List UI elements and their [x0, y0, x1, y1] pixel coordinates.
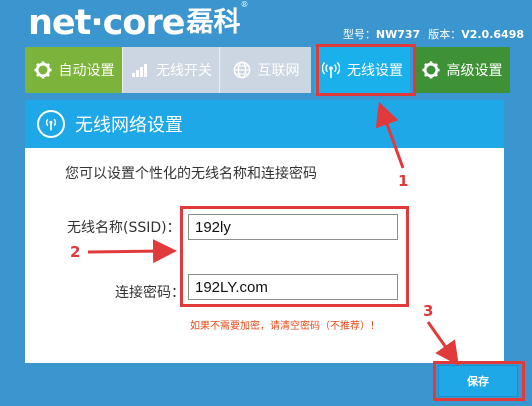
model-info: 型号：NW737 版本：V2.0.6498: [343, 26, 524, 42]
wireless-icon: [37, 110, 65, 138]
brand-cjk-text: 磊科: [186, 7, 241, 38]
intro-text: 您可以设置个性化的无线名称和连接密码: [65, 166, 317, 182]
wireless-icon: [321, 60, 341, 80]
annotation-1: 1: [398, 172, 409, 190]
password-input[interactable]: [188, 274, 398, 300]
password-label: 连接密码：: [115, 285, 185, 301]
version-label: 版本：V2.0.6498: [428, 28, 524, 41]
panel-title: 无线网络设置: [75, 115, 183, 136]
gear-icon: [33, 60, 53, 80]
tab-label: 高级设置: [446, 63, 503, 79]
annotation-2: 2: [70, 243, 81, 261]
save-button[interactable]: 保存: [438, 365, 518, 397]
annotation-3: 3: [423, 302, 434, 320]
tab-label: 互联网: [257, 63, 300, 79]
password-hint: 如果不需要加密，请清空密码（不推荐）！: [190, 321, 380, 332]
model-label: 型号：NW737: [342, 28, 421, 41]
gear-icon: [421, 60, 441, 80]
brand-latin-text: net·core: [28, 3, 185, 43]
tab-advanced-settings[interactable]: 高级设置: [413, 47, 510, 93]
ssid-label: 无线名称(SSID)：: [67, 220, 181, 236]
tab-wireless-switch[interactable]: 无线开关: [122, 47, 219, 93]
wireless-settings-panel: 无线网络设置 您可以设置个性化的无线名称和连接密码 无线名称(SSID)： 连接…: [25, 100, 504, 363]
brand-logo: net·core 磊科 ®: [28, 0, 248, 43]
main-tabs: 自动设置 无线开关 互联网 无线设置 高级设置: [25, 44, 527, 96]
tab-internet[interactable]: 互联网: [219, 47, 311, 93]
signal-bars-icon: [130, 60, 150, 80]
tab-label: 自动设置: [58, 63, 115, 79]
globe-icon: [232, 60, 252, 80]
ssid-input[interactable]: [188, 214, 398, 240]
registered-mark: ®: [240, 0, 249, 9]
tab-label: 无线设置: [347, 63, 403, 79]
tab-wireless-settings[interactable]: 无线设置: [314, 47, 410, 93]
panel-header: 无线网络设置: [25, 100, 504, 148]
tab-label: 无线开关: [156, 63, 212, 79]
tab-auto-setup[interactable]: 自动设置: [25, 47, 122, 93]
